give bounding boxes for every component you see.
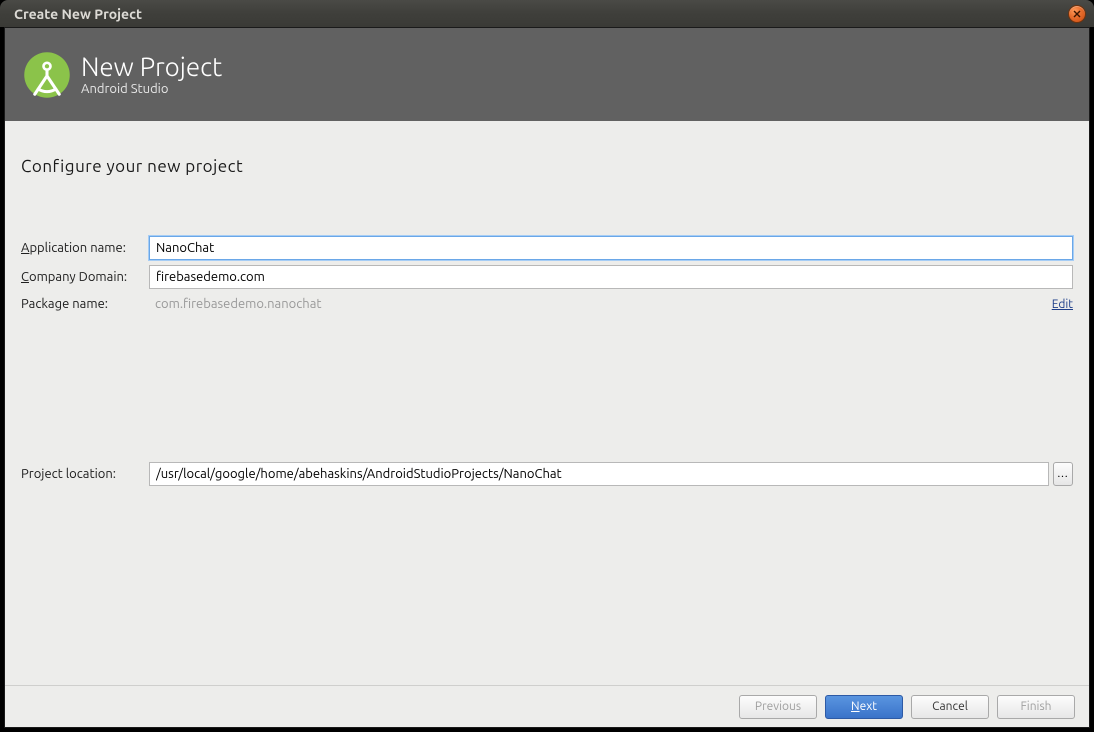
wizard-header: New Project Android Studio: [5, 28, 1089, 121]
wizard-footer: Previous Next Cancel Finish: [5, 685, 1089, 727]
label-company-domain: Company Domain:: [21, 270, 149, 284]
label-application-name: Application name:: [21, 241, 149, 255]
company-domain-input[interactable]: [149, 265, 1073, 289]
label-project-location: Project location:: [21, 467, 149, 481]
project-location-input[interactable]: [149, 462, 1049, 486]
android-studio-icon: [19, 47, 75, 103]
browse-location-button[interactable]: ...: [1053, 462, 1073, 486]
application-name-input[interactable]: [149, 236, 1073, 260]
window-titlebar[interactable]: Create New Project: [0, 0, 1094, 27]
edit-package-link[interactable]: Edit: [1052, 298, 1073, 311]
cancel-button[interactable]: Cancel: [911, 695, 989, 719]
wizard-content: Configure your new project Application n…: [5, 121, 1089, 685]
next-button[interactable]: Next: [825, 695, 903, 719]
previous-button: Previous: [739, 695, 817, 719]
label-package-name: Package name:: [21, 297, 149, 311]
section-title: Configure your new project: [21, 157, 1073, 176]
close-icon: [1073, 10, 1081, 18]
header-subtitle: Android Studio: [81, 82, 222, 96]
window-frame: Create New Project New Project Android S…: [0, 0, 1094, 732]
package-name-value: com.firebasedemo.nanochat: [149, 294, 1042, 314]
finish-button: Finish: [997, 695, 1075, 719]
row-package-name: Package name: com.firebasedemo.nanochat …: [21, 294, 1073, 314]
row-company-domain: Company Domain:: [21, 265, 1073, 289]
row-application-name: Application name:: [21, 236, 1073, 260]
window-close-button[interactable]: [1068, 5, 1086, 23]
header-title: New Project: [81, 53, 222, 80]
row-project-location: Project location: ...: [21, 462, 1073, 486]
window-body: New Project Android Studio Configure you…: [4, 27, 1090, 728]
window-title: Create New Project: [14, 6, 1068, 22]
